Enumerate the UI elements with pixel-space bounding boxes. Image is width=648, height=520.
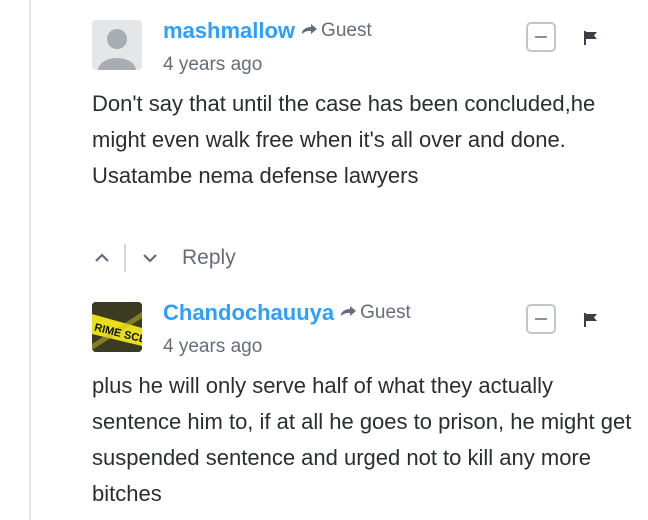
thread-line <box>29 0 31 520</box>
reply-arrow-icon <box>340 306 357 320</box>
comment-text: Don't say that until the case has been c… <box>92 91 596 188</box>
timestamp[interactable]: 4 years ago <box>163 336 262 358</box>
flag-icon[interactable] <box>584 313 598 332</box>
avatar[interactable] <box>92 20 142 70</box>
timestamp[interactable]: 4 years ago <box>163 54 262 76</box>
upvote-icon[interactable] <box>92 253 112 263</box>
vote-divider <box>124 244 126 272</box>
comment-text: plus he will only serve half of what the… <box>92 373 632 506</box>
collapse-button[interactable] <box>526 304 556 334</box>
default-avatar-icon <box>92 20 142 70</box>
reply-button[interactable]: Reply <box>182 246 236 270</box>
avatar[interactable]: RIME SCENE <box>92 302 142 352</box>
flag-icon[interactable] <box>584 31 598 50</box>
minus-icon <box>535 36 547 38</box>
crime-scene-tape-avatar: RIME SCENE <box>92 302 142 352</box>
guest-label[interactable]: Guest <box>321 20 372 42</box>
guest-label[interactable]: Guest <box>360 302 411 324</box>
collapse-button[interactable] <box>526 22 556 52</box>
author-name[interactable]: mashmallow <box>163 18 295 44</box>
downvote-icon[interactable] <box>140 253 160 263</box>
minus-icon <box>535 318 547 320</box>
author-name[interactable]: Chandochauuya <box>163 300 334 326</box>
reply-arrow-icon <box>301 24 318 38</box>
comment-actions: Reply <box>92 244 236 272</box>
